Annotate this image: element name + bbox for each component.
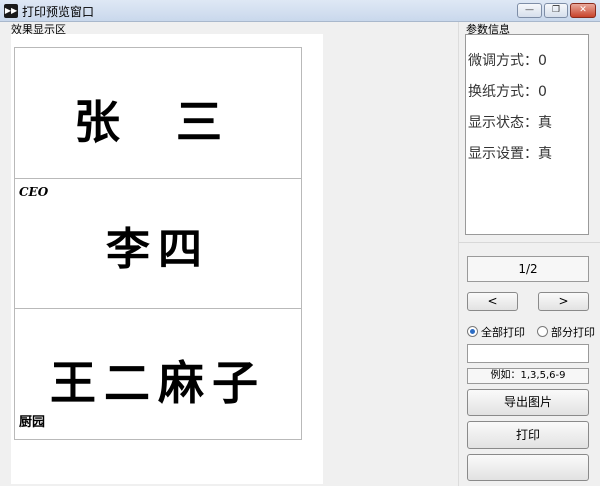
print-button[interactable]: 打印 bbox=[467, 421, 589, 449]
close-button[interactable]: ✕ bbox=[570, 3, 596, 18]
card-name: 李四 bbox=[106, 224, 210, 275]
title-bar: ▶▶ 打印预览窗口 — ❐ ✕ bbox=[0, 0, 600, 22]
param-label: 显示状态： bbox=[468, 115, 538, 131]
page-indicator: 1/2 bbox=[467, 256, 589, 282]
print-all-radio[interactable] bbox=[467, 326, 478, 337]
range-example-label: 例如：1,3,5,6-9 bbox=[467, 368, 589, 384]
app-icon: ▶▶ bbox=[4, 4, 18, 18]
param-row: 显示状态：真 bbox=[468, 112, 552, 132]
name-card: 张 三 bbox=[14, 47, 302, 179]
print-partial-label[interactable]: 部分打印 bbox=[551, 324, 595, 340]
print-all-label[interactable]: 全部打印 bbox=[481, 324, 525, 340]
card-tag: 厨园 bbox=[19, 415, 46, 430]
next-page-button[interactable]: > bbox=[538, 292, 589, 311]
card-name: 张 三 bbox=[73, 95, 242, 149]
param-row: 微调方式：0 bbox=[468, 50, 547, 70]
preview-area: 张 三 CEO 李四 王二麻子 厨园 bbox=[11, 34, 323, 484]
print-partial-radio[interactable] bbox=[537, 326, 548, 337]
section-divider bbox=[459, 242, 600, 243]
param-row: 显示设置：真 bbox=[468, 143, 552, 163]
card-tag: CEO bbox=[19, 185, 49, 199]
name-card: CEO 李四 bbox=[14, 178, 302, 309]
params-panel: 微调方式：0 换纸方式：0 显示状态：真 显示设置：真 bbox=[465, 34, 589, 235]
restore-button[interactable]: ❐ bbox=[544, 3, 568, 18]
param-value: 真 bbox=[538, 115, 552, 131]
param-value: 真 bbox=[538, 146, 552, 162]
prev-page-button[interactable]: < bbox=[467, 292, 518, 311]
card-name: 王二麻子 bbox=[50, 356, 266, 410]
param-row: 换纸方式：0 bbox=[468, 81, 547, 101]
window-title: 打印预览窗口 bbox=[22, 5, 95, 19]
param-value: 0 bbox=[538, 84, 547, 100]
page-range-input[interactable] bbox=[467, 344, 589, 363]
param-label: 换纸方式： bbox=[468, 84, 538, 100]
panel-divider bbox=[458, 22, 459, 486]
param-label: 微调方式： bbox=[468, 53, 538, 69]
extra-button[interactable] bbox=[467, 454, 589, 481]
name-card: 王二麻子 厨园 bbox=[14, 308, 302, 440]
export-image-button[interactable]: 导出图片 bbox=[467, 389, 589, 416]
param-value: 0 bbox=[538, 53, 547, 69]
minimize-button[interactable]: — bbox=[517, 3, 542, 18]
param-label: 显示设置： bbox=[468, 146, 538, 162]
